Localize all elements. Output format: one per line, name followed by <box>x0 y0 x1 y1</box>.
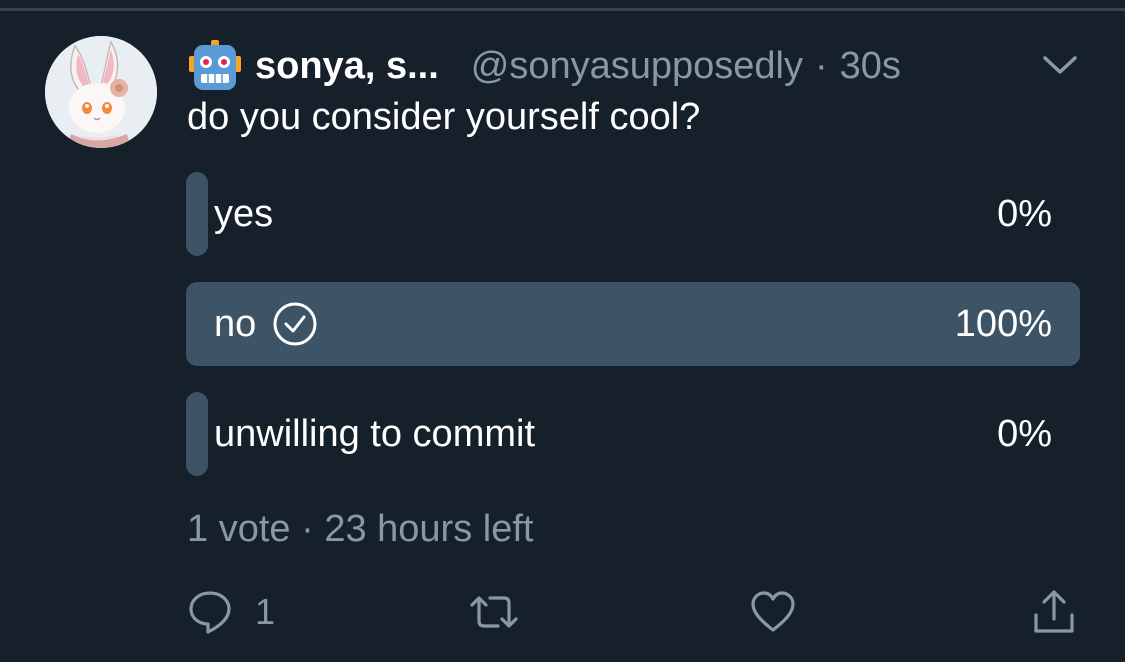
poll-option-percent: 0% <box>997 412 1052 455</box>
share-icon <box>1034 590 1074 633</box>
heart-icon <box>751 591 795 632</box>
reply-icon <box>189 591 231 634</box>
poll-time-left: 23 hours left <box>324 508 534 550</box>
poll-option-label: unwilling to commit <box>214 412 535 455</box>
poll-footer: 1 vote · 23 hours left <box>187 508 533 551</box>
poll-option-label: no <box>214 302 257 345</box>
retweet-icon <box>470 596 518 628</box>
reply-count: 1 <box>255 591 276 632</box>
reply-button[interactable]: 1 <box>187 588 275 636</box>
header-separator: · <box>814 44 828 87</box>
chevron-down-icon[interactable] <box>1040 52 1080 78</box>
display-name[interactable]: sonya, s... <box>255 45 439 88</box>
poll-vote-count: 1 vote <box>187 508 291 550</box>
poll-bar <box>186 172 208 256</box>
user-handle[interactable]: @sonyasupposedly <box>471 45 803 88</box>
share-button[interactable] <box>1031 588 1077 636</box>
like-button[interactable] <box>750 588 796 636</box>
poll-option-no: no 100% <box>186 282 1080 366</box>
poll-bar <box>186 392 208 476</box>
poll-option-percent: 0% <box>997 192 1052 235</box>
poll-option-unwilling: unwilling to commit 0% <box>186 392 1080 476</box>
robot-emoji-icon <box>189 40 241 90</box>
poll-option-label-row: no <box>214 282 318 366</box>
bunny-avatar-image <box>45 36 157 148</box>
poll-bar <box>186 282 1080 366</box>
tweet-timestamp[interactable]: 30s <box>840 45 901 88</box>
check-circle-icon <box>273 302 317 346</box>
avatar[interactable] <box>45 36 157 148</box>
top-divider <box>0 8 1125 11</box>
tweet-text: do you consider yourself cool? <box>187 96 701 138</box>
poll-option-label: yes <box>214 192 274 235</box>
poll-option-yes: yes 0% <box>186 172 1080 256</box>
poll-option-percent: 100% <box>954 302 1052 345</box>
tweet-header: sonya, s... @sonyasupposedly · 30s <box>187 38 901 94</box>
retweet-button[interactable] <box>468 588 520 636</box>
poll-footer-separator: · <box>301 508 314 550</box>
